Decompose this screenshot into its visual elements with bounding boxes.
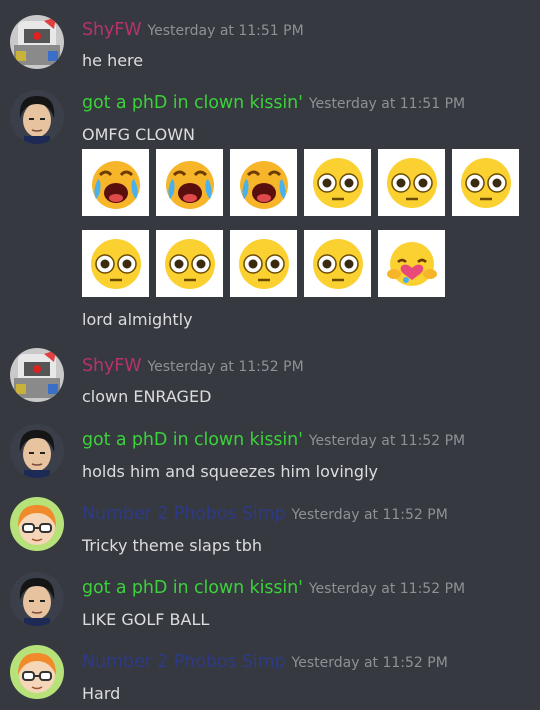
timestamp: Yesterday at 11:52 PM [291,655,448,671]
anime-boy-avatar[interactable] [10,572,64,626]
orange-hair-glasses-avatar[interactable] [10,497,64,551]
hugging-heart-face-icon[interactable] [378,230,445,297]
timestamp: Yesterday at 11:52 PM [147,359,304,375]
username[interactable]: got a phD in clown kissin' [82,93,303,113]
username[interactable]: got a phD in clown kissin' [82,430,303,450]
anime-boy-avatar[interactable] [10,424,64,478]
username[interactable]: ShyFW [82,356,142,376]
timestamp: Yesterday at 11:51 PM [147,23,304,39]
timestamp: Yesterday at 11:52 PM [308,581,466,597]
message-text: OMFG CLOWN [82,125,195,144]
anime-boy-avatar[interactable] [10,90,64,144]
message-text: clown ENRAGED [82,387,212,406]
message-text: Tricky theme slaps tbh [82,536,262,555]
timestamp: Yesterday at 11:51 PM [308,96,466,112]
timestamp: Yesterday at 11:52 PM [308,433,466,449]
message-text: holds him and squeezes him lovingly [82,462,378,481]
username[interactable]: got a phD in clown kissin' [82,578,303,598]
crying-face-icon[interactable] [230,149,297,216]
flushed-face-icon[interactable] [452,149,519,216]
robot-mech-avatar[interactable] [10,15,64,69]
message-text: lord almightly [82,310,193,329]
message-text: he here [82,51,144,70]
orange-hair-glasses-avatar[interactable] [10,645,64,699]
flushed-face-icon[interactable] [82,230,149,297]
crying-face-icon[interactable] [156,149,223,216]
timestamp: Yesterday at 11:52 PM [291,507,448,523]
username[interactable]: Number 2 Phobos Simp [82,652,286,672]
flushed-face-icon[interactable] [156,230,223,297]
username[interactable]: Number 2 Phobos Simp [82,504,286,524]
flushed-face-icon[interactable] [378,149,445,216]
flushed-face-icon[interactable] [230,230,297,297]
message-text: LIKE GOLF BALL [82,610,210,629]
flushed-face-icon[interactable] [304,149,371,216]
username[interactable]: ShyFW [82,20,142,40]
flushed-face-icon[interactable] [304,230,371,297]
emoji-row [82,230,445,297]
message-text: Hard [82,684,121,703]
robot-mech-avatar[interactable] [10,348,64,402]
crying-face-icon[interactable] [82,149,149,216]
emoji-row [82,149,519,216]
